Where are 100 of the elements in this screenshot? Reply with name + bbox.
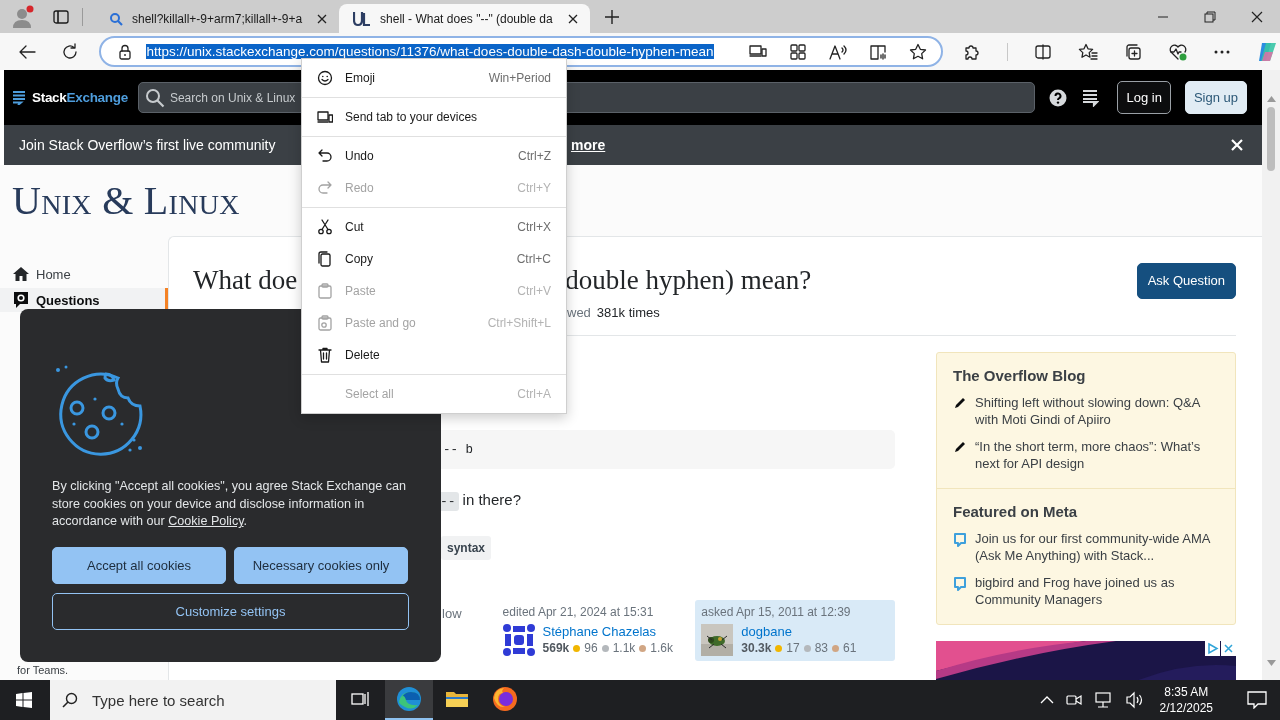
apps-icon[interactable] — [789, 42, 807, 61]
widget-link[interactable]: bigbird and Frog have joined us as Community Managers — [975, 574, 1219, 608]
shortcut-text: Ctrl+Y — [517, 181, 551, 195]
tag[interactable]: syntax — [441, 536, 492, 560]
search-icon — [62, 692, 78, 708]
nav-item[interactable]: Home — [0, 262, 168, 286]
widget-link[interactable]: “In the short term, more chaos”: What’s next for API design — [975, 438, 1219, 472]
split-screen-icon[interactable] — [1034, 42, 1052, 61]
widget-title: Featured on Meta — [953, 503, 1079, 520]
banner-link[interactable]: more — [571, 137, 606, 153]
devices-icon[interactable] — [749, 42, 767, 59]
follow-link[interactable]: low — [442, 606, 462, 621]
profile-icon[interactable] — [11, 4, 35, 29]
close-icon[interactable] — [317, 13, 328, 24]
search-icon — [144, 87, 165, 108]
taskbar-app[interactable] — [385, 680, 433, 720]
cookie-button[interactable]: Customize settings — [52, 592, 409, 630]
sign-up-button[interactable]: Sign up — [1184, 81, 1247, 114]
shortcut-text: Ctrl+X — [517, 220, 551, 234]
camera-icon[interactable] — [1064, 692, 1083, 708]
user-name[interactable]: dogbane — [741, 624, 857, 639]
menu-item[interactable]: Undo Ctrl+Z — [302, 140, 566, 172]
refresh-icon[interactable] — [61, 42, 80, 61]
windows-start-icon[interactable] — [16, 692, 32, 708]
collections-icon[interactable] — [1124, 42, 1142, 61]
brand-logo[interactable]: StackExchange — [32, 90, 128, 105]
shortcut-text: Ctrl+A — [517, 387, 551, 401]
cookie-policy-link[interactable]: Cookie Policy — [168, 514, 244, 528]
badge-count: 61 — [843, 641, 857, 655]
paste-icon — [317, 283, 333, 299]
clock[interactable]: 8:35 AM 2/12/2025 — [1159, 684, 1213, 716]
scrollbar-thumb[interactable] — [1267, 107, 1275, 171]
task-view-icon[interactable] — [351, 690, 371, 708]
search-icon — [109, 11, 123, 26]
chevron-up-icon[interactable] — [1039, 696, 1054, 704]
menu-item[interactable]: Cut Ctrl+X — [302, 211, 566, 243]
emoji-icon — [317, 70, 333, 86]
ask-question-button[interactable]: Ask Question — [1136, 262, 1236, 299]
url-text[interactable]: https://unix.stackexchange.com/questions/11376/what-does-double-dash-double-hyphen-mean — [146, 44, 714, 59]
redo-icon — [317, 180, 333, 196]
address-bar[interactable]: https://unix.stackexchange.com/questions/11376/what-does-double-dash-double-hyphen-mean — [99, 36, 943, 67]
shortcut-text: Ctrl+Shift+L — [487, 316, 551, 330]
site-logo[interactable]: Unix & Linux — [12, 177, 240, 224]
pencil-icon — [953, 396, 967, 410]
question-title: double hyphen) mean? — [565, 265, 812, 296]
star-icon[interactable] — [909, 42, 927, 61]
post-date: edited Apr 21, 2024 at 15:31 — [502, 605, 655, 619]
nav-item[interactable]: Questions — [0, 288, 168, 312]
delete-icon — [317, 347, 333, 363]
menu-item[interactable]: Copy Ctrl+C — [302, 243, 566, 275]
inbox-icon[interactable] — [1081, 88, 1100, 107]
badge-count: 83 — [814, 641, 829, 655]
browser-tab[interactable]: shell?killall+-9+arm7;killall+-9+a — [95, 4, 340, 33]
user-name[interactable]: Stéphane Chazelas — [542, 624, 673, 639]
copy-icon — [317, 251, 333, 267]
shortcut-text: Ctrl+V — [517, 284, 551, 298]
help-icon[interactable] — [1049, 88, 1068, 107]
tab-actions-icon[interactable] — [52, 7, 70, 26]
reputation-score: 569k — [542, 641, 570, 655]
volume-icon[interactable] — [1124, 691, 1145, 709]
chat-icon — [953, 576, 967, 592]
close-icon[interactable] — [567, 13, 578, 24]
cookie-button[interactable]: Necessary cookies only — [234, 546, 408, 584]
shortcut-text: Win+Period — [488, 71, 551, 85]
menu-item[interactable]: Delete — [302, 339, 566, 371]
banner-text: Join Stack Overflow’s first live community — [19, 137, 276, 153]
extensions-icon[interactable] — [963, 42, 981, 61]
site-favicon — [353, 10, 372, 27]
restore-icon[interactable] — [1203, 10, 1216, 23]
close-icon[interactable] — [1250, 10, 1263, 23]
ad-choices-icon[interactable] — [1205, 641, 1220, 656]
shortcut-text: Ctrl+Z — [518, 149, 551, 163]
pencil-icon — [953, 440, 967, 454]
edge-icon[interactable] — [396, 686, 422, 712]
identicon-avatar — [502, 624, 535, 656]
notification-icon[interactable] — [1247, 691, 1267, 709]
teams-note: for Teams. — [16, 664, 70, 676]
favorites-icon[interactable] — [1078, 42, 1098, 61]
network-icon[interactable] — [1093, 691, 1114, 709]
stack-logo-icon[interactable] — [12, 90, 26, 105]
cookie-button[interactable]: Accept all cookies — [52, 546, 226, 584]
chat-icon — [953, 532, 967, 548]
widget-title: The Overflow Blog — [953, 367, 1087, 384]
browser-health-icon[interactable] — [1168, 42, 1188, 61]
new-tab-icon[interactable] — [603, 8, 620, 25]
firefox-icon[interactable] — [492, 686, 518, 712]
badge-count: 17 — [786, 641, 800, 655]
log-in-button[interactable]: Log in — [1117, 81, 1171, 114]
meta-value: 381k times — [596, 305, 660, 320]
widget-link[interactable]: Join us for our first community-wide AMA (Ask Me Anything) with Stack... — [975, 530, 1219, 564]
immersive-reader-icon[interactable] — [869, 42, 887, 61]
badge-count: 96 — [584, 641, 598, 655]
cut-icon — [317, 219, 333, 235]
back-icon[interactable] — [18, 43, 36, 60]
paste-and-go-icon — [317, 315, 333, 331]
folder-icon[interactable] — [445, 689, 469, 709]
widget-link[interactable]: Shifting left without slowing down: Q&A with Moti Gindi of Apiiro — [975, 394, 1219, 428]
meta-label: wed — [567, 305, 591, 320]
browser-tab[interactable]: shell - What does "--" (double da — [339, 4, 590, 33]
more-icon[interactable] — [1214, 49, 1230, 54]
